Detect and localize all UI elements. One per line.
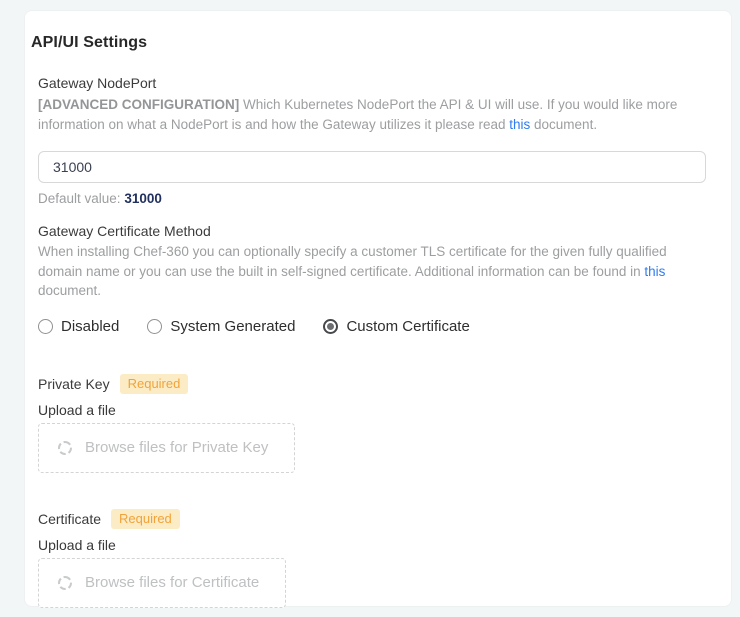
radio-circle-icon[interactable] (38, 319, 53, 334)
private-key-browse-button[interactable]: Browse files for Private Key (38, 423, 295, 473)
private-key-browse-label: Browse files for Private Key (85, 439, 268, 457)
radio-circle-icon[interactable] (323, 319, 338, 334)
radio-disabled-label: Disabled (61, 318, 119, 336)
cert-desc-text: When installing Chef-360 you can optiona… (38, 244, 667, 279)
radio-system-generated-label: System Generated (170, 318, 295, 336)
certificate-browse-label: Browse files for Certificate (85, 574, 259, 592)
nodeport-desc-suffix: document. (530, 117, 597, 132)
certificate-header: Certificate Required (38, 509, 704, 529)
private-key-upload-label: Upload a file (38, 402, 704, 419)
gateway-nodeport-label: Gateway NodePort (38, 74, 704, 92)
api-ui-settings-card: API/UI Settings Gateway NodePort [ADVANC… (24, 10, 732, 607)
default-value-label: Default value: (38, 191, 124, 206)
certificate-label: Certificate (38, 509, 101, 529)
advanced-configuration-tag: [ADVANCED CONFIGURATION] (38, 97, 239, 112)
nodeport-this-link[interactable]: this (509, 117, 530, 132)
certificate-method-label: Gateway Certificate Method (38, 222, 704, 240)
certificate-required-badge: Required (111, 509, 180, 529)
radio-custom-certificate-label: Custom Certificate (346, 318, 469, 336)
certificate-method-description: When installing Chef-360 you can optiona… (38, 242, 704, 301)
radio-circle-icon[interactable] (147, 319, 162, 334)
radio-disabled[interactable]: Disabled (38, 318, 119, 336)
gateway-nodeport-input[interactable] (38, 151, 706, 183)
cert-this-link[interactable]: this (644, 264, 665, 279)
radio-custom-certificate[interactable]: Custom Certificate (323, 318, 469, 336)
default-value-number: 31000 (124, 191, 162, 206)
dashed-circle-icon (58, 576, 72, 590)
private-key-header: Private Key Required (38, 374, 704, 394)
certificate-upload-label: Upload a file (38, 537, 704, 554)
radio-system-generated[interactable]: System Generated (147, 318, 295, 336)
private-key-label: Private Key (38, 374, 110, 394)
dashed-circle-icon (58, 441, 72, 455)
cert-desc-suffix: document. (38, 283, 101, 298)
nodeport-default-value: Default value: 31000 (38, 191, 704, 207)
certificate-browse-button[interactable]: Browse files for Certificate (38, 558, 286, 608)
gateway-nodeport-description: [ADVANCED CONFIGURATION] Which Kubernete… (38, 95, 704, 134)
private-key-required-badge: Required (120, 374, 189, 394)
page-title: API/UI Settings (31, 33, 704, 52)
certificate-method-radio-group: Disabled System Generated Custom Certifi… (38, 318, 704, 336)
